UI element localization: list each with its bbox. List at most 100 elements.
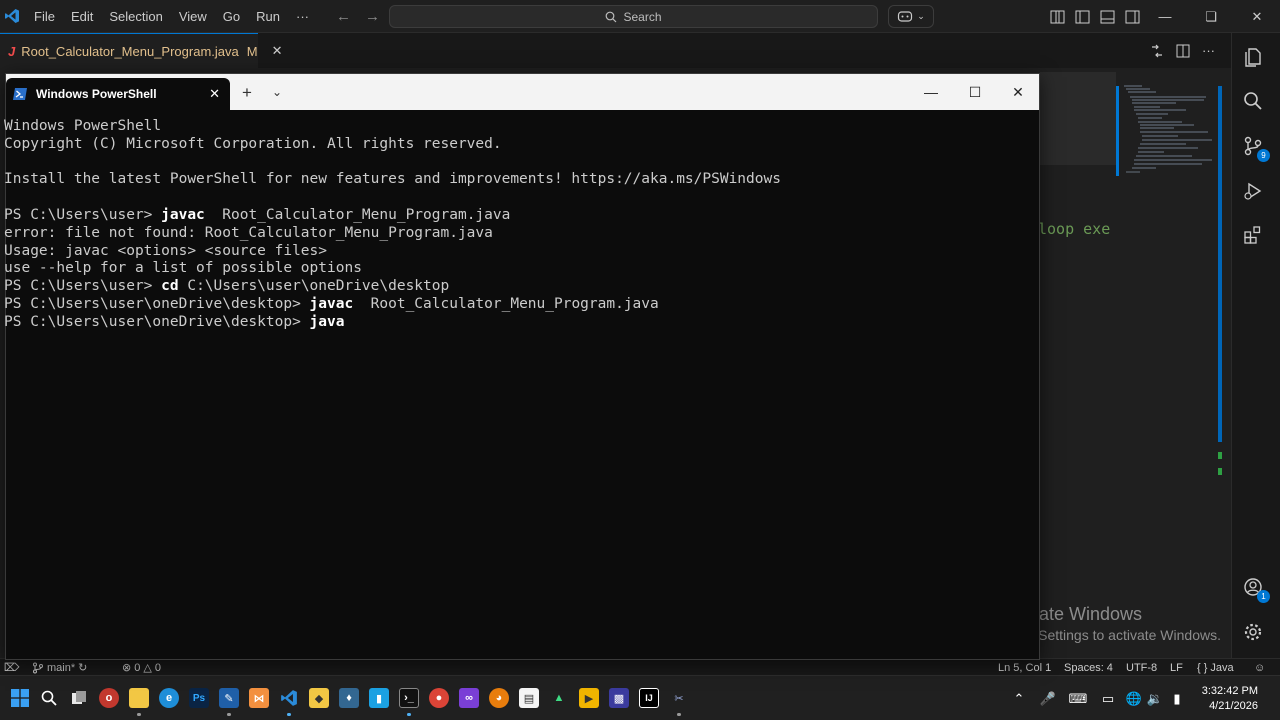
office-app-icon[interactable]: o xyxy=(99,688,119,708)
tab-modified-status: M xyxy=(246,43,258,59)
terminal-line: use --help for a list of possible option… xyxy=(4,260,781,278)
minimap[interactable] xyxy=(1116,84,1220,184)
sync-icon[interactable]: ↻ xyxy=(78,660,87,676)
editor-highlight-strip xyxy=(1040,72,1116,165)
terminal-line: PS C:\Users\user> cd C:\Users\user\oneDr… xyxy=(4,278,781,296)
scroll-change-marker xyxy=(1218,468,1222,475)
terminal-text: error: file not found: Root_Calculator_M… xyxy=(4,224,493,241)
microphone-icon[interactable]: 🎤 xyxy=(1033,691,1063,707)
minimize-icon[interactable]: — xyxy=(1142,0,1188,33)
menu-more[interactable]: ··· xyxy=(288,0,317,33)
close-icon[interactable]: ✕ xyxy=(1234,0,1280,33)
branch-indicator[interactable]: main* ↻ xyxy=(32,659,87,676)
blender-icon[interactable]: ◕ xyxy=(489,688,509,708)
search-icon[interactable] xyxy=(39,688,59,708)
menu-run[interactable]: Run xyxy=(248,0,288,33)
compare-changes-icon[interactable] xyxy=(1150,44,1164,58)
chrome-icon[interactable]: ● xyxy=(429,688,449,708)
keyboard-icon[interactable]: ⌨ xyxy=(1063,691,1093,707)
remote-indicator-icon[interactable]: ⌦ xyxy=(4,659,20,676)
tab-close-icon[interactable]: ✕ xyxy=(272,43,283,59)
layout-controls xyxy=(1050,0,1140,33)
indentation[interactable]: Spaces: 4 xyxy=(1064,659,1113,676)
toggle-panel-icon[interactable] xyxy=(1100,10,1115,24)
notepad-icon[interactable]: ▤ xyxy=(519,688,539,708)
volume-icon[interactable]: 🔉 xyxy=(1145,691,1165,707)
tab-filename: Root_Calculator_Menu_Program.java xyxy=(21,43,239,59)
accounts-icon[interactable]: 1 xyxy=(1241,575,1270,603)
terminal-line: PS C:\Users\user\oneDrive\desktop> java xyxy=(4,314,781,332)
visual-studio-icon[interactable]: ∞ xyxy=(459,688,479,708)
photoshop-icon[interactable]: Ps xyxy=(189,688,209,708)
copilot-button[interactable]: ⌄ xyxy=(888,5,934,28)
forward-arrow-icon[interactable]: → xyxy=(365,8,380,25)
toggle-primary-sidebar-icon[interactable] xyxy=(1075,10,1090,24)
end-of-line[interactable]: LF xyxy=(1170,659,1183,676)
terminal-tab-powershell[interactable]: Windows PowerShell ✕ xyxy=(6,78,230,110)
restore-icon[interactable]: ❏ xyxy=(1188,0,1234,33)
media-app-icon[interactable]: ▶ xyxy=(579,688,599,708)
app-icon[interactable]: ▮ xyxy=(369,688,389,708)
intellij-icon[interactable]: IJ xyxy=(639,688,659,708)
encoding[interactable]: UTF-8 xyxy=(1126,659,1157,676)
search-icon[interactable] xyxy=(1241,89,1265,113)
terminal-prompt: PS C:\Users\user\oneDrive\desktop> xyxy=(4,313,310,330)
display-icon[interactable]: ▭ xyxy=(1093,691,1123,707)
terminal-command: javac xyxy=(309,295,354,312)
toggle-secondary-sidebar-icon[interactable] xyxy=(1125,10,1140,24)
new-tab-plus-icon[interactable]: + xyxy=(242,83,252,103)
terminal-taskbar-icon[interactable]: ›_ xyxy=(399,688,419,708)
running-indicator xyxy=(677,713,681,716)
windows-start-icon[interactable] xyxy=(10,688,30,708)
xampp-icon[interactable]: ⋈ xyxy=(249,688,269,708)
problems-indicator[interactable]: ⊗ 0 △ 0 xyxy=(122,659,161,676)
more-actions-icon[interactable]: ··· xyxy=(1202,43,1215,58)
branch-name: main* xyxy=(47,661,76,674)
edge-browser-icon[interactable]: e xyxy=(159,688,179,708)
menu-selection[interactable]: Selection xyxy=(101,0,170,33)
explorer-icon[interactable] xyxy=(1241,45,1265,69)
terminal-text: use --help for a list of possible option… xyxy=(4,260,362,277)
layout-customize-icon[interactable] xyxy=(1050,10,1065,24)
network-icon[interactable]: 🌐 xyxy=(1123,691,1145,707)
source-control-icon[interactable]: 9 xyxy=(1241,134,1270,162)
terminal-text: Usage: javac <options> <source files> xyxy=(4,242,328,259)
terminal-close-icon[interactable]: ✕ xyxy=(996,74,1040,110)
language-mode[interactable]: { } Java xyxy=(1197,659,1234,676)
split-editor-icon[interactable] xyxy=(1176,44,1190,58)
copilot-status-icon[interactable]: ☺ xyxy=(1254,659,1265,676)
cursor-position[interactable]: Ln 5, Col 1 xyxy=(998,659,1051,676)
tab-close-icon[interactable]: ✕ xyxy=(209,86,220,102)
tab-dropdown-chevron-icon[interactable]: ⌄ xyxy=(272,85,282,99)
taskbar-clock[interactable]: 3:32:42 PM 4/21/2026 xyxy=(1202,684,1258,714)
battery-icon[interactable]: ▮ xyxy=(1165,691,1189,707)
menu-view[interactable]: View xyxy=(171,0,215,33)
chevron-up-icon[interactable]: ⌃ xyxy=(1005,691,1033,707)
run-debug-icon[interactable] xyxy=(1241,179,1265,203)
archive-app-icon[interactable]: ◆ xyxy=(309,688,329,708)
editor-scrollbar[interactable] xyxy=(1218,86,1222,442)
manage-gear-icon[interactable] xyxy=(1241,620,1265,644)
terminal-maximize-icon[interactable]: ☐ xyxy=(953,74,997,110)
menu-edit[interactable]: Edit xyxy=(63,0,101,33)
minimap-slider[interactable] xyxy=(1116,86,1119,176)
android-studio-icon[interactable]: ▲ xyxy=(549,688,569,708)
menu-go[interactable]: Go xyxy=(215,0,248,33)
terminal-line: PS C:\Users\user> javac Root_Calculator_… xyxy=(4,207,781,225)
menu-file[interactable]: File xyxy=(26,0,63,33)
snipping-tool-icon[interactable]: ✂ xyxy=(669,688,689,708)
postgresql-icon[interactable]: ♦ xyxy=(339,688,359,708)
extensions-icon[interactable] xyxy=(1241,223,1265,247)
tool-app-icon[interactable]: ✎ xyxy=(219,688,239,708)
command-center-search[interactable]: Search xyxy=(389,5,878,28)
app-icon[interactable]: ▩ xyxy=(609,688,629,708)
terminal-output[interactable]: Windows PowerShell Copyright (C) Microsof… xyxy=(4,118,781,332)
clock-date: 4/21/2026 xyxy=(1209,700,1258,712)
task-view-icon[interactable] xyxy=(69,688,89,708)
editor-tab-java-file[interactable]: J Root_Calculator_Menu_Program.java M ✕ xyxy=(0,33,283,68)
back-arrow-icon[interactable]: ← xyxy=(336,8,351,25)
file-explorer-icon[interactable] xyxy=(129,688,149,708)
vscode-taskbar-icon[interactable] xyxy=(279,688,299,708)
terminal-minimize-icon[interactable]: — xyxy=(909,74,953,110)
powershell-window: Windows PowerShell ✕ + ⌄ — ☐ ✕ Windows P… xyxy=(4,73,1040,660)
